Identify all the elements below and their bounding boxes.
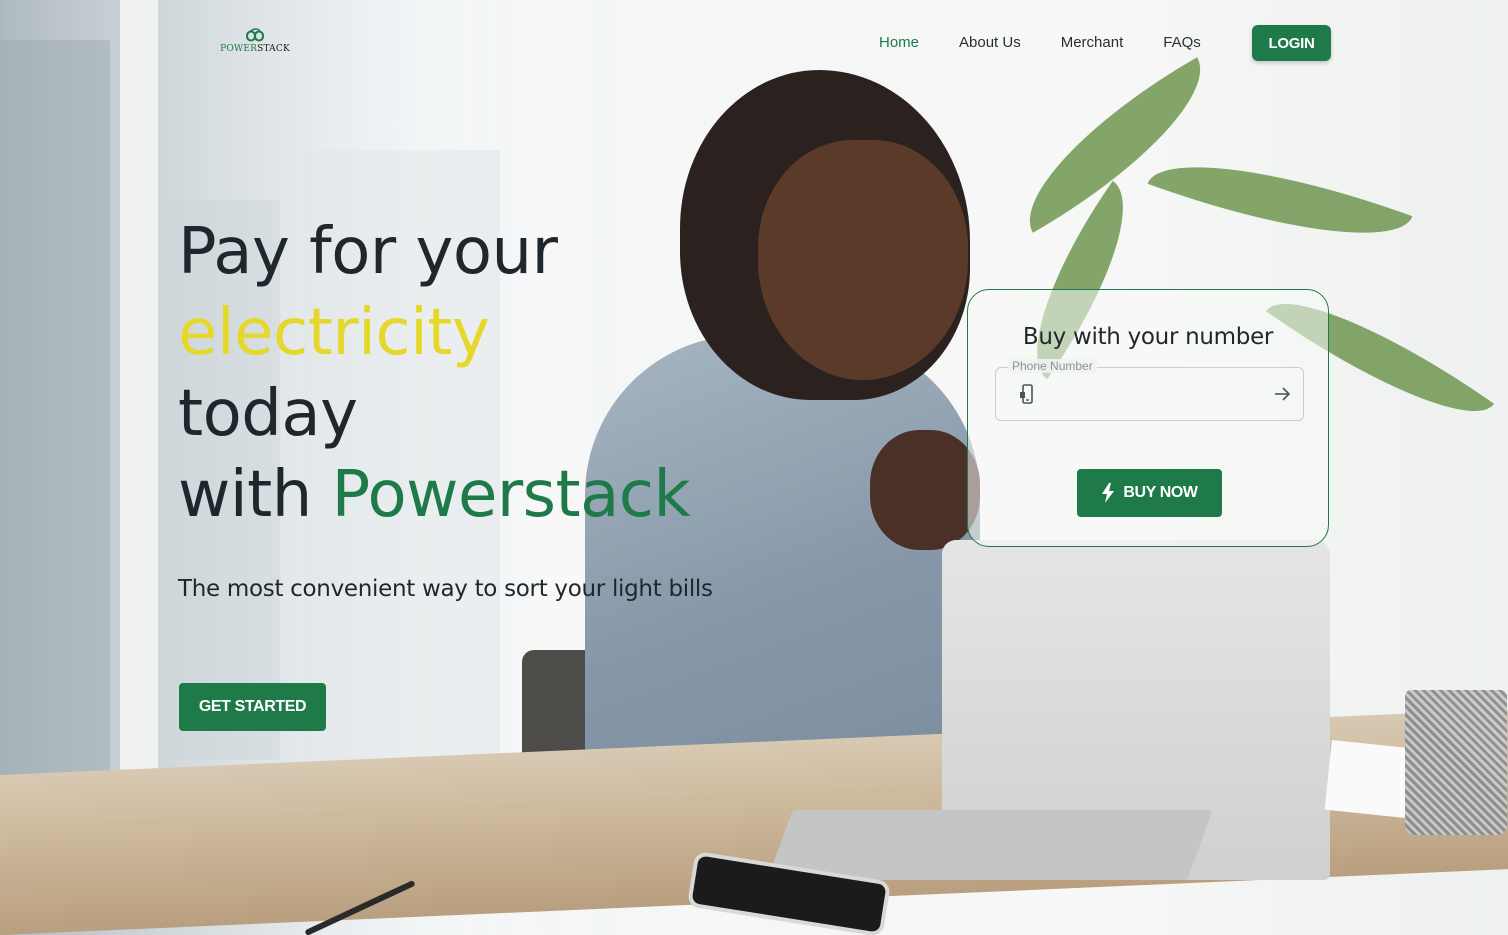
logo-wordmark: POWERSTACK	[220, 44, 290, 54]
headline-with: with	[178, 458, 332, 532]
nav-home[interactable]: Home	[879, 25, 919, 61]
hero-subtitle: The most convenient way to sort your lig…	[178, 576, 713, 602]
headline-line-1: Pay for your	[178, 215, 558, 289]
buy-with-number-card: Buy with your number Phone Number BUY NO…	[967, 289, 1329, 547]
phone-number-label: Phone Number	[1008, 359, 1097, 373]
nav-about-us[interactable]: About Us	[959, 25, 1021, 61]
main-nav: Home About Us Merchant FAQs	[879, 25, 1241, 61]
phone-icon	[1020, 384, 1033, 404]
buy-now-label: BUY NOW	[1123, 484, 1198, 501]
logo-knot-icon	[245, 28, 265, 42]
buy-now-button[interactable]: BUY NOW	[1077, 469, 1222, 517]
buy-card-title: Buy with your number	[1022, 324, 1274, 350]
lightning-icon	[1102, 483, 1115, 503]
arrow-right-icon[interactable]	[1273, 385, 1291, 403]
phone-number-field[interactable]: Phone Number	[995, 359, 1304, 421]
nav-faqs[interactable]: FAQs	[1163, 25, 1201, 61]
hero-headline: Pay for your electricity today with Powe…	[178, 212, 691, 536]
login-button[interactable]: LOGIN	[1252, 25, 1331, 61]
headline-line-4: with Powerstack	[178, 455, 691, 536]
powerstack-logo[interactable]: POWERSTACK	[220, 27, 290, 54]
get-started-button[interactable]: GET STARTED	[179, 683, 326, 731]
phone-number-input[interactable]	[1048, 378, 1252, 412]
headline-brand: Powerstack	[331, 458, 691, 532]
nav-merchant[interactable]: Merchant	[1061, 25, 1124, 61]
headline-line-3: today	[178, 377, 358, 451]
site-header: POWERSTACK Home About Us Merchant FAQs L…	[0, 0, 1508, 86]
headline-line-2: electricity	[178, 296, 490, 370]
